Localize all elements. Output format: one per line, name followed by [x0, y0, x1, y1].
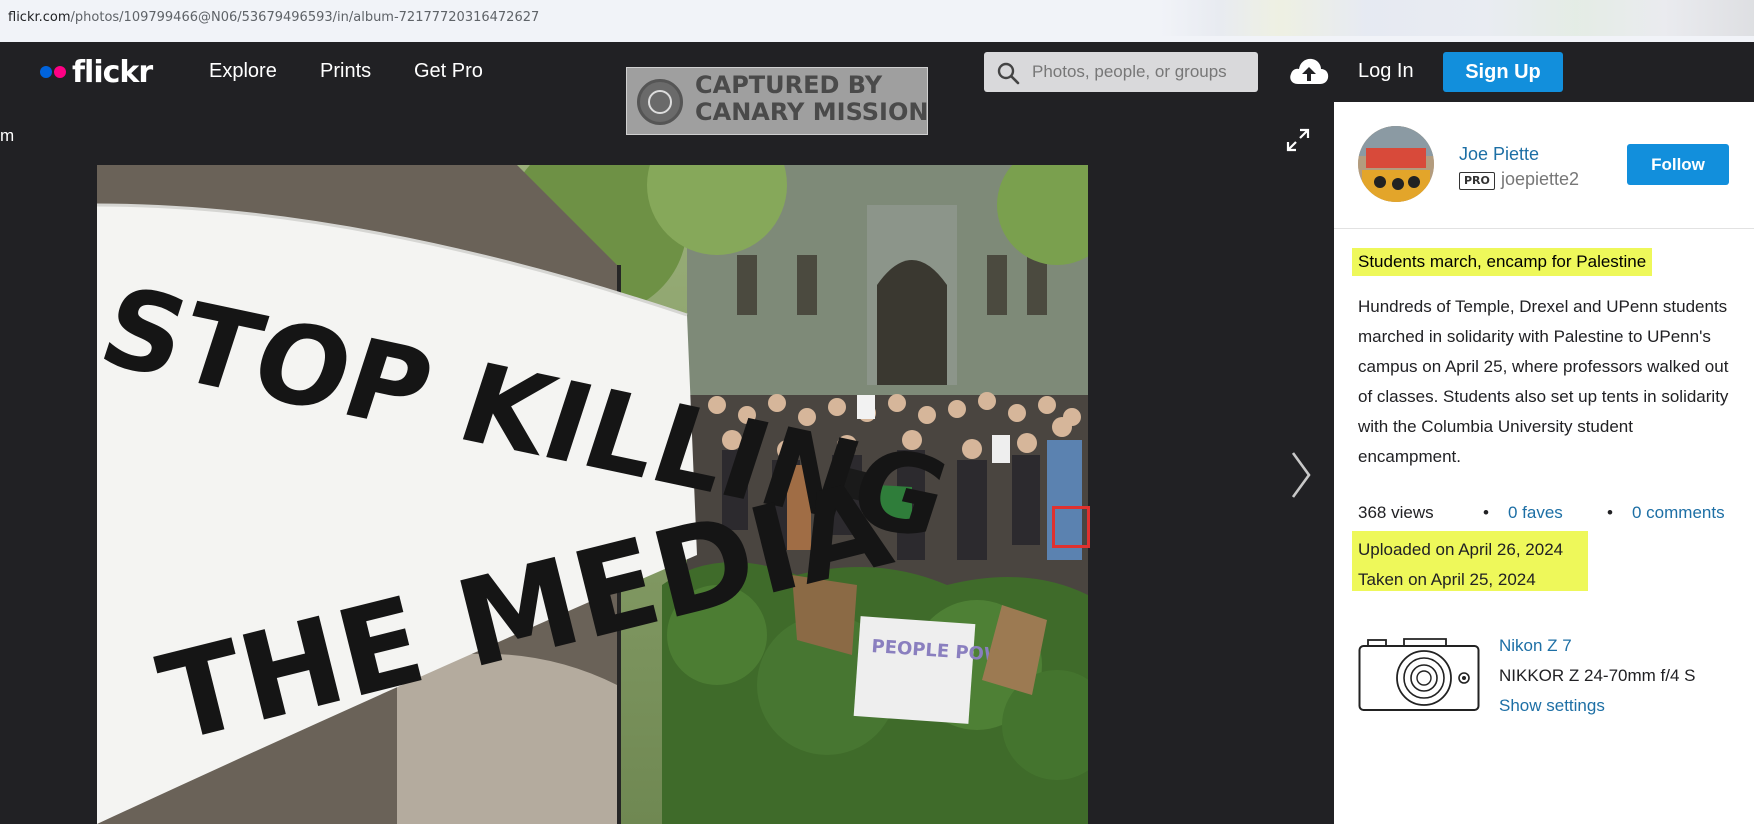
expand-icon[interactable]	[1284, 126, 1312, 154]
login-link[interactable]: Log In	[1358, 60, 1414, 83]
browser-address-bar[interactable]: flickr.com/photos/109799466@N06/53679496…	[0, 0, 1754, 42]
signup-button[interactable]: Sign Up	[1443, 52, 1563, 92]
photo-title: Students march, encamp for Palestine	[1352, 248, 1653, 276]
camera-model-link[interactable]: Nikon Z 7	[1499, 636, 1572, 656]
show-settings-link[interactable]: Show settings	[1499, 696, 1605, 716]
flickr-logo[interactable]: flickr	[40, 52, 153, 92]
main-photo[interactable]: PEOPLE POWER STOP KILLING THE MEDIA	[97, 165, 1088, 824]
search-input[interactable]	[1032, 52, 1252, 92]
next-photo-arrow-icon[interactable]	[1290, 450, 1312, 500]
photo-stage: m PEOPLE POWER STOP KILLING THE MEDIA	[0, 102, 1334, 824]
comments-link[interactable]: 0 comments	[1632, 503, 1725, 523]
logo-pink-dot	[54, 66, 66, 78]
owner-avatar[interactable]	[1358, 126, 1434, 202]
watermark-line-1: CAPTURED BY	[695, 71, 883, 99]
url-path: /photos/109799466@N06/53679496593/in/alb…	[70, 10, 540, 25]
owner-name-link[interactable]: Joe Piette	[1459, 144, 1539, 165]
pro-badge: PRO	[1459, 172, 1495, 190]
follow-button[interactable]: Follow	[1627, 144, 1729, 185]
nav-prints[interactable]: Prints	[320, 60, 371, 83]
photo-description: Hundreds of Temple, Drexel and UPenn stu…	[1358, 297, 1729, 466]
annotation-highlight-box	[1052, 506, 1090, 548]
faves-link[interactable]: 0 faves	[1508, 503, 1563, 523]
logo-text: flickr	[72, 54, 153, 90]
photo-info-sidebar: Joe Piette PRO joepiette2 Follow Student…	[1334, 102, 1754, 824]
canary-mission-watermark: CAPTURED BY CANARY MISSION	[626, 67, 928, 135]
taken-date: Taken on April 25, 2024	[1358, 570, 1536, 589]
camera-lens: NIKKOR Z 24-70mm f/4 S	[1499, 666, 1696, 685]
nav-get-pro[interactable]: Get Pro	[414, 60, 483, 83]
stats-bullet-1: •	[1483, 503, 1489, 522]
watermark-seal-logo	[637, 79, 683, 125]
watermark-text: CAPTURED BY CANARY MISSION	[695, 72, 928, 126]
camera-icon	[1358, 638, 1480, 711]
uploaded-date: Uploaded on April 26, 2024	[1358, 540, 1564, 559]
nav-explore[interactable]: Explore	[209, 60, 277, 83]
avatar-image	[1358, 126, 1434, 202]
upload-cloud-icon[interactable]	[1288, 54, 1330, 88]
blurred-toolbar-area	[1160, 0, 1754, 36]
owner-username: joepiette2	[1501, 169, 1580, 189]
url-text[interactable]: flickr.com/photos/109799466@N06/53679496…	[8, 10, 539, 25]
sidebar-divider	[1334, 228, 1754, 229]
album-context-label: m	[0, 126, 15, 145]
watermark-line-2: CANARY MISSION	[695, 98, 929, 126]
stats-bullet-2: •	[1607, 503, 1613, 522]
search-box[interactable]	[984, 52, 1258, 92]
protest-photo-illustration: PEOPLE POWER STOP KILLING THE MEDIA	[97, 165, 1088, 824]
views-count: 368 views	[1358, 503, 1434, 522]
logo-blue-dot	[40, 66, 52, 78]
photo-stats: 368 views • 0 faves • 0 comments	[1358, 503, 1730, 527]
url-host: flickr.com	[8, 10, 71, 25]
flickr-photo-page: flickr.com/photos/109799466@N06/53679496…	[0, 0, 1754, 824]
photo-dates: Uploaded on April 26, 2024 Taken on Apri…	[1352, 531, 1588, 591]
search-icon	[997, 62, 1020, 85]
